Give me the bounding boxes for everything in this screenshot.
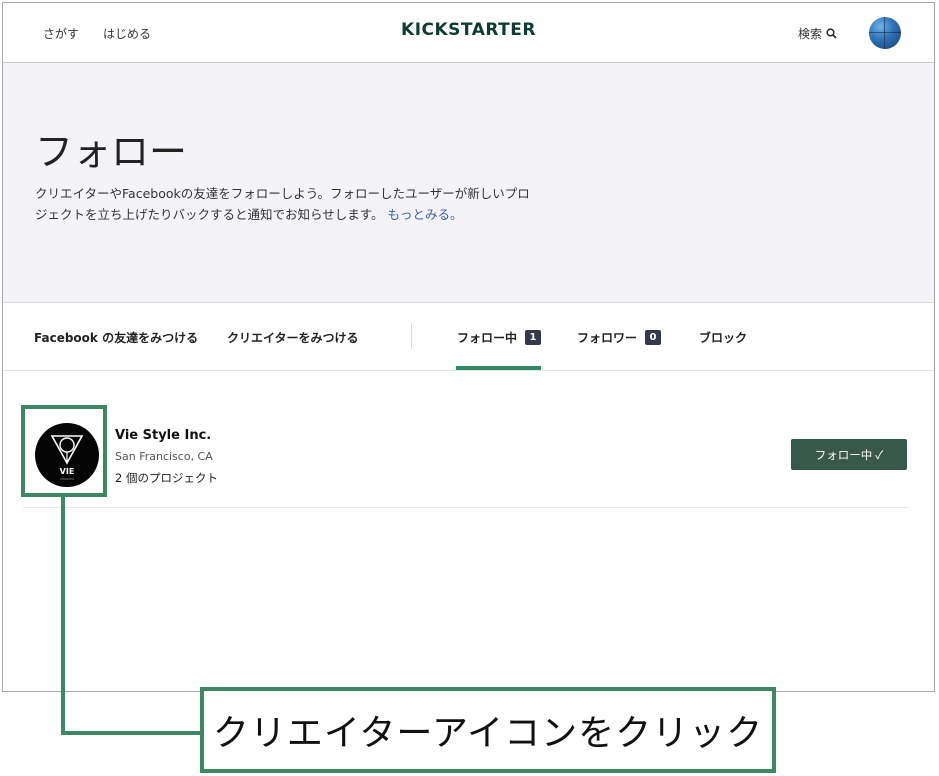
nav-start-link[interactable]: はじめる [103,25,151,42]
user-avatar[interactable] [869,17,901,49]
creator-location: San Francisco, CA [115,450,213,463]
follow-tabs: Facebook の友達をみつける クリエイターをみつける フォロー中 1 フォ… [3,303,934,371]
search-icon [826,28,837,39]
page-title: フォロー [35,130,188,174]
followed-creator-item: VIE Vie Style Inc. San Francisco, CA 2 個… [23,405,909,508]
following-count-badge: 1 [525,330,542,345]
tab-label: フォロー中 [457,331,518,345]
following-button[interactable]: フォロー中 ✓ [791,439,907,470]
annotation-highlight-box [21,405,107,497]
tab-find-creators[interactable]: クリエイターをみつける [227,329,359,346]
tab-label: フォロワー [577,331,638,345]
tab-followers[interactable]: フォロワー 0 [577,329,662,346]
active-tab-indicator [456,366,541,370]
tab-label: Facebook の友達をみつける [34,331,199,345]
nav-explore-link[interactable]: さがす [43,25,79,42]
creator-name[interactable]: Vie Style Inc. [115,428,211,443]
creator-project-count: 2 個のプロジェクト [115,471,218,485]
annotation-connector-vertical [61,497,65,735]
page-description: クリエイターやFacebookの友達をフォローしよう。フォローしたユーザーが新し… [35,183,535,225]
top-navigation-bar: さがす はじめる KICKSTARTER 検索 [3,3,934,63]
annotation-connector-horizontal [61,731,203,735]
tab-blocked[interactable]: ブロック [699,329,747,346]
browser-frame: さがす はじめる KICKSTARTER 検索 フォロー クリエイターやFace… [2,2,935,692]
learn-more-link[interactable]: もっとみる。 [388,207,463,222]
search-button[interactable]: 検索 [798,25,837,42]
followers-count-badge: 0 [645,330,662,345]
follow-hero: フォロー クリエイターやFacebookの友達をフォローしよう。フォローしたユー… [3,63,934,303]
search-label: 検索 [798,27,823,41]
tab-label: ブロック [699,331,748,345]
tab-find-facebook-friends[interactable]: Facebook の友達をみつける [34,329,198,346]
kickstarter-logo[interactable]: KICKSTARTER [401,20,536,40]
tab-divider [411,323,412,349]
annotation-callout: クリエイターアイコンをクリック [200,687,776,773]
tab-label: クリエイターをみつける [227,331,359,345]
tab-following[interactable]: フォロー中 1 [457,329,542,346]
